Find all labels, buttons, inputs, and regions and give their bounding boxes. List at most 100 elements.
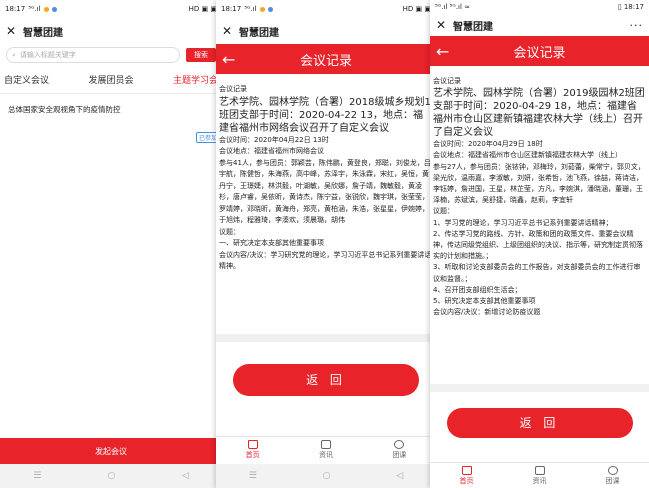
home-icon[interactable]: ○ [108, 471, 116, 481]
app-titlebar: ✕ 智慧团建 [0, 18, 222, 44]
home-icon [247, 440, 258, 449]
topics-label: 议题： [433, 207, 454, 216]
screen-meeting-list: 18:17 ⁵ᴳ.ıl HD ▣ ▣ ✕ 智慧团建 ⌕ 请输入标题关键字 搜索 … [0, 0, 222, 488]
status-time: ▯ 18:17 [617, 3, 644, 11]
search-row: ⌕ 请输入标题关键字 搜索 [0, 44, 222, 66]
tab-theme-study[interactable]: 主题学习会 [173, 73, 218, 86]
topic-item: 4、召开团支部组织生活会； [433, 285, 522, 294]
section-label: 会议记录 [219, 85, 247, 93]
screen-meeting-record-1: 18:17 ⁵ᴳ.ıl HD ▣ ▣ ✕ 智慧团建 ← 会议记录 会议记录 艺术… [216, 0, 436, 488]
tab-home[interactable]: 首页 [460, 463, 474, 488]
page-title: 会议记录 [513, 45, 566, 61]
tab-custom-meeting[interactable]: 自定义会议 [4, 73, 49, 86]
meeting-detail: 会议记录 艺术学院、园林学院（合署）2018级城乡规划1班团支部于时间：2020… [216, 74, 436, 324]
divider [430, 384, 649, 392]
course-icon [394, 440, 405, 449]
topics-label: 议题： [219, 227, 240, 236]
notification-icon [51, 6, 57, 12]
notification-icon [267, 6, 273, 12]
signal-icon: ⁵ᴳ.ıl [28, 5, 41, 13]
topic-item: 5、研究决定本支部其他重要事项 [433, 297, 536, 306]
tab-news[interactable]: 资讯 [533, 463, 547, 488]
meeting-headline: 艺术学院、园林学院（合署）2019级园林2班团支部于时间：2020-04-29 … [433, 88, 645, 139]
meeting-type-tabs: 自定义会议 发展团员会 主题学习会 [0, 66, 222, 94]
home-icon [461, 466, 472, 475]
bottom-tabbar: 首页 资讯 团课 [430, 462, 649, 488]
tab-label: 资讯 [318, 451, 333, 459]
meeting-time: 会议时间：2020年04月22日 13时 [219, 135, 329, 144]
tab-home[interactable]: 首页 [246, 437, 260, 464]
app-title: 智慧团建 [23, 27, 63, 39]
page-title: 会议记录 [299, 53, 352, 69]
back-icon[interactable]: ◁ [182, 471, 189, 481]
close-icon[interactable]: ✕ [6, 24, 20, 38]
meeting-headline: 艺术学院、园林学院（合署）2018级城乡规划1班团支部于时间：2020-04-2… [219, 96, 431, 134]
status-bar: ⁵ᴳ.ıl ⁵ᴳ.ıl ≈ ▯ 18:17 [430, 0, 649, 14]
course-icon [607, 466, 618, 475]
app-titlebar: ✕ 智慧团建 [216, 18, 436, 44]
tab-courses[interactable]: 团课 [606, 463, 620, 488]
back-icon[interactable]: ◁ [396, 471, 403, 481]
search-button[interactable]: 搜索 [186, 48, 216, 62]
status-time: 18:17 [221, 5, 242, 13]
close-icon[interactable]: ✕ [222, 24, 236, 38]
tab-label: 团课 [605, 477, 620, 485]
tab-news[interactable]: 资讯 [319, 437, 333, 464]
tab-label: 团课 [392, 451, 407, 459]
back-arrow-icon[interactable]: ← [222, 50, 235, 69]
meeting-content: 会议内容/决议：新增讨论防疫议题 [433, 308, 541, 317]
more-icon[interactable]: ··· [630, 19, 644, 32]
page-header: ← 会议记录 [430, 36, 649, 66]
app-title: 智慧团建 [239, 27, 279, 39]
signal-icon: ⁵ᴳ.ıl [244, 5, 257, 13]
meeting-detail: 会议记录 艺术学院、园林学院（合署）2019级园林2班团支部于时间：2020-0… [430, 66, 649, 384]
notification-icon [43, 6, 49, 12]
system-navbar: ☰ ○ ◁ [0, 464, 222, 488]
status-bar: 18:17 ⁵ᴳ.ıl HD ▣ ▣ [216, 0, 436, 18]
status-icons: HD ▣ ▣ [402, 5, 431, 13]
status-icons: HD ▣ ▣ [188, 5, 217, 13]
list-item[interactable]: 总体国家安全观视角下的疫情防控 已参加 [0, 94, 222, 144]
meeting-content: 会议内容/决议：学习研究党的理论，学习习近平总书记系列重要讲话精神。 [219, 250, 432, 271]
close-icon[interactable]: ✕ [436, 18, 450, 32]
notification-icon [259, 6, 265, 12]
menu-icon[interactable]: ☰ [249, 471, 257, 481]
return-button[interactable]: 返 回 [233, 364, 419, 396]
search-placeholder: 请输入标题关键字 [19, 51, 76, 59]
system-navbar: ☰ ○ ◁ [216, 464, 436, 488]
search-icon: ⌕ [12, 50, 16, 59]
bottom-tabbar: 首页 资讯 团课 [216, 436, 436, 464]
news-icon [320, 440, 331, 449]
news-icon [534, 466, 545, 475]
page-header: ← 会议记录 [216, 44, 436, 74]
meeting-place: 会议地点：福建省福州市网络会议 [219, 147, 324, 155]
back-arrow-icon[interactable]: ← [436, 42, 449, 61]
tab-courses[interactable]: 团课 [392, 437, 406, 464]
meeting-time: 会议时间：2020年04月29日 18时 [433, 140, 543, 149]
topic-item: 2、传达学习党的路线、方针、政策和团的政策文件、重要会议精神，传达同级党组织、上… [433, 229, 643, 261]
menu-icon[interactable]: ☰ [33, 471, 41, 481]
tab-label: 首页 [245, 451, 260, 459]
topic-item: 1、学习党的理论，学习习近平总书记系列重要讲话精神； [433, 218, 613, 227]
tab-development-meeting[interactable]: 发展团员会 [88, 73, 133, 86]
signal-icon: ⁵ᴳ.ıl ⁵ᴳ.ıl ≈ [435, 3, 470, 11]
app-title: 智慧团建 [453, 21, 493, 33]
status-bar: 18:17 ⁵ᴳ.ıl HD ▣ ▣ [0, 0, 222, 18]
attendees: 参与27人，参与团员：张铱钟，邓梅玲，刘茹蕾，柴常宁，郭贝文，梁光欣，温雨嘉，李… [433, 162, 645, 205]
screen-meeting-record-2: ⁵ᴳ.ıl ⁵ᴳ.ıl ≈ ▯ 18:17 ✕ 智慧团建 ··· ← 会议记录 … [430, 0, 649, 488]
tab-label: 首页 [459, 477, 474, 485]
topic-item: 3、听取和讨论支部委员会的工作报告，对支部委员会的工作进行审议和监督。； [433, 263, 641, 283]
tab-label: 资讯 [532, 477, 547, 485]
attendees: 参与41人，参与团员：郭颖芸，陈伟鹏，黄登良，郑聪，刘俊龙，吕宇航，陈健哲，朱海… [219, 158, 431, 225]
meeting-place: 会议地点：福建省福州市仓山区建新镇福建农林大学（线上） [433, 151, 622, 160]
home-icon[interactable]: ○ [323, 471, 331, 481]
section-label: 会议记录 [433, 77, 461, 85]
app-titlebar: ✕ 智慧团建 ··· [430, 14, 649, 36]
status-time: 18:17 [5, 5, 26, 13]
launch-meeting-button[interactable]: 发起会议 [0, 438, 222, 464]
topic-item: 一、研究决定本支部其他重要事项 [219, 239, 324, 247]
return-button[interactable]: 返 回 [446, 408, 633, 438]
search-input[interactable]: ⌕ 请输入标题关键字 [6, 47, 180, 63]
list-item-title: 总体国家安全观视角下的疫情防控 [8, 105, 121, 114]
divider [216, 334, 436, 342]
